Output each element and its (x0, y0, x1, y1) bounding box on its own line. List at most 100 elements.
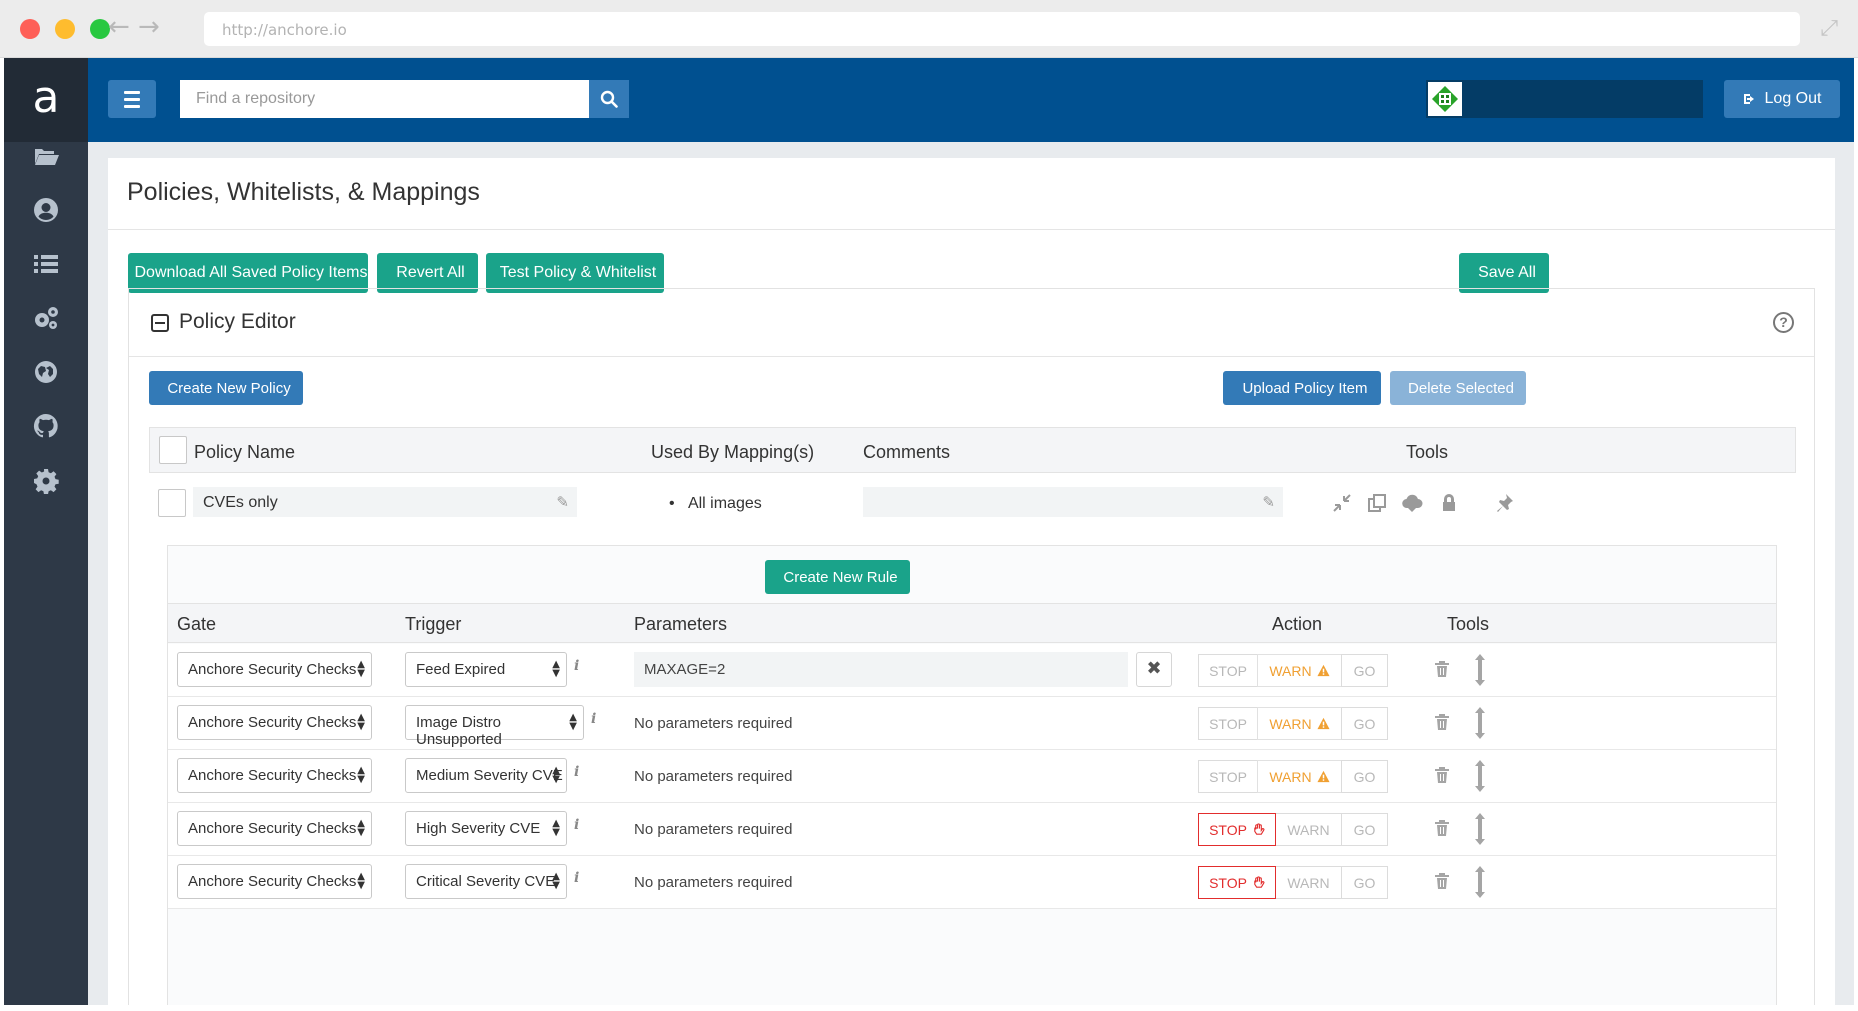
sidebar-item-policies[interactable] (4, 236, 88, 292)
sidebar-item-public[interactable] (4, 344, 88, 400)
trigger-select[interactable]: High Severity CVE ▲ ▼ (405, 811, 567, 846)
download-all-button[interactable]: Download All Saved Policy Items (128, 253, 368, 293)
trigger-value: Feed Expired (416, 661, 506, 678)
gate-select[interactable]: Anchore Security Checks ▲ ▼ (177, 864, 372, 899)
edit-pencil-icon[interactable]: ✎ (556, 493, 569, 511)
fullscreen-icon[interactable]: ⤢ (1820, 16, 1838, 41)
edit-comment-pencil-icon[interactable]: ✎ (1262, 493, 1275, 511)
create-new-rule-button[interactable]: Create New Rule (765, 560, 910, 594)
close-window-button[interactable] (20, 19, 40, 39)
policy-mapping: • All images (669, 495, 762, 512)
go-action-button[interactable]: GO (1341, 760, 1388, 793)
trigger-select[interactable]: Image Distro Unsupported ▲ ▼ (405, 705, 584, 748)
column-used-by: Used By Mapping(s) (651, 442, 815, 462)
info-icon[interactable]: i (574, 870, 579, 886)
drag-handle-icon[interactable] (1474, 866, 1486, 898)
compress-icon[interactable] (1331, 492, 1353, 514)
trigger-select[interactable]: Critical Severity CVE ▲ ▼ (405, 864, 567, 899)
minimize-window-button[interactable] (55, 19, 75, 39)
policy-name-field[interactable]: CVEs only ✎ (193, 487, 577, 517)
column-gate: Gate (177, 614, 217, 634)
gate-select[interactable]: Anchore Security Checks ▲ ▼ (177, 652, 372, 687)
delete-rule-icon[interactable] (1434, 872, 1450, 890)
warn-action-button[interactable]: WARN (1257, 707, 1342, 740)
stop-action-button[interactable]: STOP (1198, 654, 1258, 687)
delete-selected-button[interactable]: Delete Selected (1390, 371, 1526, 405)
go-action-button[interactable]: GO (1341, 654, 1388, 687)
test-policy-button[interactable]: Test Policy & Whitelist (486, 253, 664, 293)
action-toggle: STOP WARN GO (1198, 654, 1388, 687)
stop-action-button[interactable]: STOP (1198, 760, 1258, 793)
delete-rule-icon[interactable] (1434, 766, 1450, 784)
drag-handle-icon[interactable] (1474, 654, 1486, 686)
trigger-value: Critical Severity CVE (416, 873, 556, 890)
sidebar-item-account[interactable] (4, 182, 88, 238)
trigger-value: Image Distro Unsupported (416, 714, 502, 748)
drag-handle-icon[interactable] (1474, 760, 1486, 792)
stop-action-button[interactable]: STOP (1198, 813, 1276, 846)
policy-editor-title: Policy Editor (179, 310, 296, 333)
sidebar-item-github[interactable] (4, 398, 88, 454)
policy-comment-field[interactable]: ✎ (863, 487, 1283, 517)
parameter-input[interactable]: MAXAGE=2 (634, 652, 1128, 687)
select-all-checkbox[interactable] (159, 436, 187, 464)
gate-select[interactable]: Anchore Security Checks ▲ ▼ (177, 705, 372, 740)
address-bar[interactable]: http://anchore.io (204, 12, 1800, 46)
hamburger-menu-button[interactable] (108, 80, 156, 118)
sidebar-item-system[interactable] (4, 452, 88, 508)
account-info[interactable] (1426, 80, 1703, 118)
sidebar-item-settings[interactable] (4, 290, 88, 346)
help-icon[interactable]: ? (1773, 312, 1794, 333)
rule-row: Anchore Security Checks ▲ ▼ Medium Severit… (168, 750, 1776, 803)
logout-button[interactable]: Log Out (1724, 80, 1840, 118)
gate-select[interactable]: Anchore Security Checks ▲ ▼ (177, 758, 372, 793)
stop-action-button[interactable]: STOP (1198, 707, 1258, 740)
info-icon[interactable]: i (591, 711, 596, 727)
revert-all-button[interactable]: Revert All (377, 253, 478, 293)
search-button[interactable] (589, 80, 629, 118)
repository-search-input[interactable] (180, 80, 589, 118)
lock-icon[interactable] (1438, 492, 1460, 514)
cloud-download-icon[interactable] (1401, 492, 1423, 514)
drag-handle-icon[interactable] (1474, 707, 1486, 739)
collapse-icon[interactable] (151, 314, 169, 332)
copy-icon[interactable] (1366, 492, 1388, 514)
gate-value: Anchore Security Checks (188, 767, 357, 784)
info-icon[interactable]: i (574, 764, 579, 780)
trigger-select[interactable]: Medium Severity CVE ▲ ▼ (405, 758, 567, 793)
stop-action-button[interactable]: STOP (1198, 866, 1276, 899)
delete-rule-icon[interactable] (1434, 819, 1450, 837)
warn-action-button[interactable]: WARN (1257, 760, 1342, 793)
forward-arrow-icon[interactable]: → (138, 12, 160, 42)
warn-action-button[interactable]: WARN (1257, 654, 1342, 687)
maximize-window-button[interactable] (90, 19, 110, 39)
back-arrow-icon[interactable]: ← (108, 12, 130, 42)
upload-policy-item-button[interactable]: Upload Policy Item (1223, 371, 1381, 405)
go-action-button[interactable]: GO (1341, 866, 1388, 899)
gate-select[interactable]: Anchore Security Checks ▲ ▼ (177, 811, 372, 846)
clear-parameter-button[interactable]: ✖ (1136, 652, 1172, 687)
select-arrows-icon: ▲ ▼ (357, 712, 365, 732)
policy-row-checkbox[interactable] (158, 489, 186, 517)
pin-icon[interactable] (1493, 492, 1515, 514)
policy-mapping-value: All images (687, 495, 762, 512)
warn-action-button[interactable]: WARN (1275, 866, 1342, 899)
go-action-button[interactable]: GO (1341, 813, 1388, 846)
save-all-button[interactable]: Save All (1459, 253, 1549, 293)
delete-rule-icon[interactable] (1434, 660, 1450, 678)
trigger-select[interactable]: Feed Expired ▲ ▼ (405, 652, 567, 687)
create-new-policy-button[interactable]: Create New Policy (149, 371, 303, 405)
rule-row: Anchore Security Checks ▲ ▼ Critical Sever… (168, 856, 1776, 909)
info-icon[interactable]: i (574, 817, 579, 833)
go-action-button[interactable]: GO (1341, 707, 1388, 740)
select-arrows-icon: ▲ ▼ (552, 765, 560, 785)
action-toggle: STOP WARN GO (1198, 866, 1388, 899)
parameter-text: No parameters required (634, 874, 793, 891)
sidebar: a (4, 58, 88, 1005)
delete-rule-icon[interactable] (1434, 713, 1450, 731)
info-icon[interactable]: i (574, 658, 579, 674)
rules-table-header: Gate Trigger Parameters Action Tools (168, 603, 1776, 643)
warn-action-button[interactable]: WARN (1275, 813, 1342, 846)
drag-handle-icon[interactable] (1474, 813, 1486, 845)
sidebar-item-repositories[interactable] (4, 128, 88, 184)
